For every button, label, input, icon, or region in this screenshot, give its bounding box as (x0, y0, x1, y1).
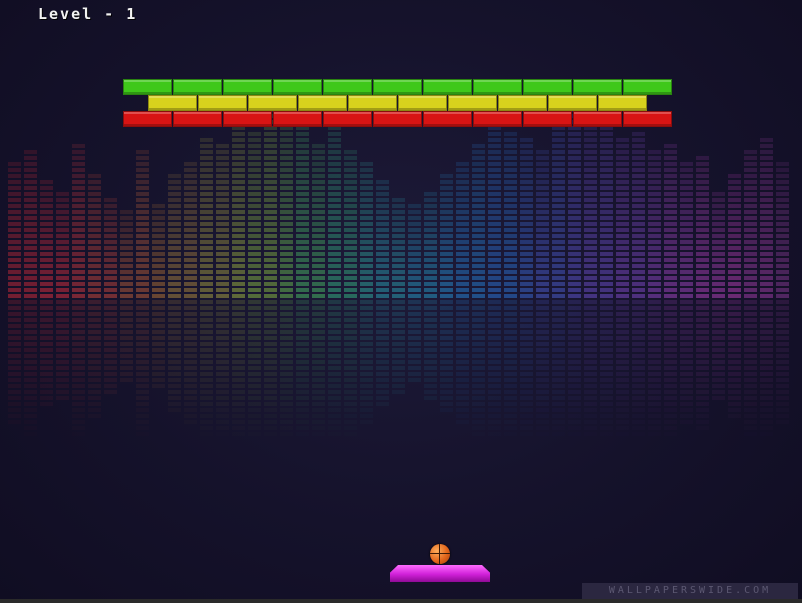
brick-row-green (123, 79, 672, 95)
brick (323, 79, 372, 95)
brick (623, 111, 672, 127)
brick (623, 79, 672, 95)
brick (148, 95, 197, 111)
basketball-icon (430, 544, 450, 564)
game-canvas[interactable]: Level - 1 WALLPAPERSWIDE.COM (0, 0, 802, 603)
brick (598, 95, 647, 111)
brick (398, 95, 447, 111)
brick (248, 95, 297, 111)
brick (223, 79, 272, 95)
paddle[interactable] (390, 565, 490, 582)
brick (373, 111, 422, 127)
brick (123, 79, 172, 95)
brick (573, 111, 622, 127)
brick (498, 95, 547, 111)
brick (123, 111, 172, 127)
brick (198, 95, 247, 111)
brick-row-yellow (148, 95, 647, 111)
brick (173, 111, 222, 127)
brick (173, 79, 222, 95)
brick (573, 79, 622, 95)
brick (298, 95, 347, 111)
brick (273, 111, 322, 127)
brick-row-red (123, 111, 672, 127)
watermark: WALLPAPERSWIDE.COM (582, 583, 798, 599)
brick (448, 95, 497, 111)
brick (423, 79, 472, 95)
brick (323, 111, 372, 127)
brick (473, 79, 522, 95)
brick (223, 111, 272, 127)
brick (423, 111, 472, 127)
brick (348, 95, 397, 111)
brick (373, 79, 422, 95)
brick (473, 111, 522, 127)
brick (273, 79, 322, 95)
brick (523, 79, 572, 95)
brick (523, 111, 572, 127)
level-indicator: Level - 1 (38, 5, 138, 23)
bottom-border (0, 599, 802, 603)
brick (548, 95, 597, 111)
